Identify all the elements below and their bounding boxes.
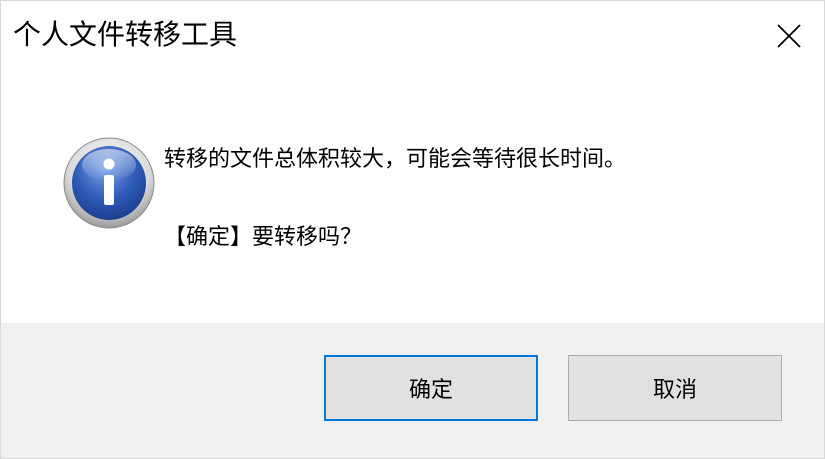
- info-icon: [63, 137, 155, 229]
- close-icon: [777, 24, 801, 48]
- message-line-1: 转移的文件总体积较大，可能会等待很长时间。: [164, 147, 627, 172]
- button-bar: 确定 取消: [1, 323, 824, 458]
- dialog-content: 转移的文件总体积较大，可能会等待很长时间。 【确定】要转移吗？: [1, 75, 824, 323]
- window-title: 个人文件转移工具: [13, 18, 238, 51]
- close-button[interactable]: [754, 1, 824, 71]
- message-dialog: 个人文件转移工具 转移的文件总体积较大，可能会等待很长时间。 【确定】要转移吗？…: [0, 0, 825, 459]
- ok-button[interactable]: 确定: [324, 355, 538, 421]
- cancel-button[interactable]: 取消: [568, 355, 782, 421]
- title-bar: 个人文件转移工具: [1, 1, 824, 75]
- message-line-2: 【确定】要转移吗？: [164, 225, 363, 250]
